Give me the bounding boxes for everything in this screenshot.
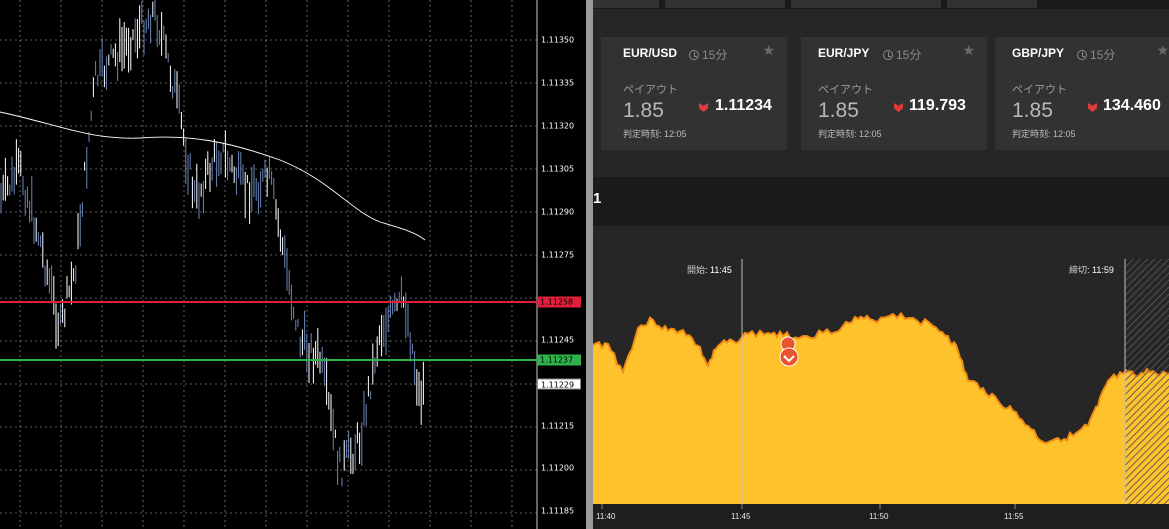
x-tick-label: 11:40 [596,512,616,521]
star-icon[interactable]: ★ [762,43,775,59]
judge-time: 判定時刻: 12:05 [818,129,882,139]
price-label: 1.11350 [541,35,575,45]
x-tick-label: 11:45 [731,512,751,521]
red-line-price-tag: 1.11258 [537,296,581,308]
price-label: 1.11320 [541,121,575,131]
asset-pair: GBP/JPY [1012,46,1065,60]
x-tick-label: 11:55 [1004,512,1024,521]
payout-label: ペイアウト [623,84,678,96]
asset-pair: EUR/USD [623,46,678,60]
asset-card-eurusd[interactable]: EUR/USD 15分 ★ ペイアウト 1.85 1.11234 判定時刻: 1… [601,37,787,150]
payout-value: 1.85 [818,99,859,122]
asset-pair: EUR/JPY [818,46,870,60]
judge-time: 判定時刻: 12:05 [1012,129,1076,139]
price-label: 1.11200 [541,463,575,473]
asset-price: 119.793 [909,97,966,114]
judge-label: 判定時刻 [818,129,855,139]
green-line-price-tag: 1.11237 [537,354,581,366]
top-tab[interactable] [947,0,1037,8]
close-label: 締切 [1069,265,1088,275]
payout-label: ペイアウト [818,84,873,96]
expiry: 15分 [883,46,921,63]
top-tab[interactable] [791,0,941,8]
chart-header: 1 [593,177,1169,226]
entry-marker [779,347,799,367]
start-time: 11:45 [710,265,732,275]
price-label: 1.11305 [541,164,575,174]
judge-time-value: 12:05 [1053,129,1076,139]
top-tab[interactable] [593,0,659,8]
start-time-label: 開始: 11:45 [687,265,732,275]
down-arrow-icon [894,103,903,112]
asset-price: 134.460 [1103,97,1161,114]
closing-zone [1125,259,1169,504]
top-tab-bar [593,0,1169,9]
down-arrow-icon [699,103,708,112]
clock-icon [1077,50,1087,60]
price-label: 1.11185 [541,506,575,516]
expiry: 15分 [1077,46,1115,63]
current-price-tag: 1.11229 [537,378,581,390]
expiry-label: 15分 [1090,48,1116,62]
price-label: 1.11245 [541,335,575,345]
price-area [593,313,1169,504]
price-label: 1.11275 [541,250,575,260]
down-arrow-icon [1088,103,1097,112]
spacer-strip [593,150,1169,177]
price-label: 1.11215 [541,421,575,431]
close-time: 11:59 [1092,265,1114,275]
binary-option-panel: EUR/USD 15分 ★ ペイアウト 1.85 1.11234 判定時刻: 1… [593,0,1169,529]
expiry-label: 15分 [896,48,922,62]
judge-time: 判定時刻: 12:05 [623,129,687,139]
asset-card-eurjpy[interactable]: EUR/JPY 15分 ★ ペイアウト 1.85 119.793 判定時刻: 1… [801,37,987,150]
judge-time-value: 12:05 [859,129,882,139]
expiry-label: 15分 [702,48,728,62]
window-splitter[interactable] [586,0,593,529]
expiry: 15分 [689,46,727,63]
payout-value: 1.85 [1012,99,1053,122]
x-tick-label: 11:50 [869,512,889,521]
price-label: 1.11290 [541,207,575,217]
binary-option-chart[interactable]: 開始: 11:45 締切: 11:59 11:40 11:45 11:50 11… [593,226,1169,529]
start-label: 開始 [687,265,706,275]
payout-value: 1.85 [623,99,664,122]
chart-header-text: 1 [593,190,602,207]
clock-icon [689,50,699,60]
clock-icon [883,50,893,60]
mt4-chart-canvas[interactable] [0,0,586,529]
judge-time-value: 12:05 [664,129,687,139]
mt4-chart[interactable]: 1.11350 1.11335 1.11320 1.11305 1.11290 … [0,0,586,529]
judge-label: 判定時刻 [1012,129,1049,139]
asset-card-gbpjpy[interactable]: GBP/JPY 15分 ★ ペイアウト 1.85 134.460 判定時刻: 1… [995,37,1169,150]
star-icon[interactable]: ★ [1156,43,1169,59]
top-tab[interactable] [665,0,785,8]
price-label: 1.11335 [541,78,575,88]
star-icon[interactable]: ★ [962,43,975,59]
close-time-label: 締切: 11:59 [1069,265,1114,275]
payout-label: ペイアウト [1012,84,1067,96]
judge-label: 判定時刻 [623,129,660,139]
asset-price: 1.11234 [715,97,772,114]
